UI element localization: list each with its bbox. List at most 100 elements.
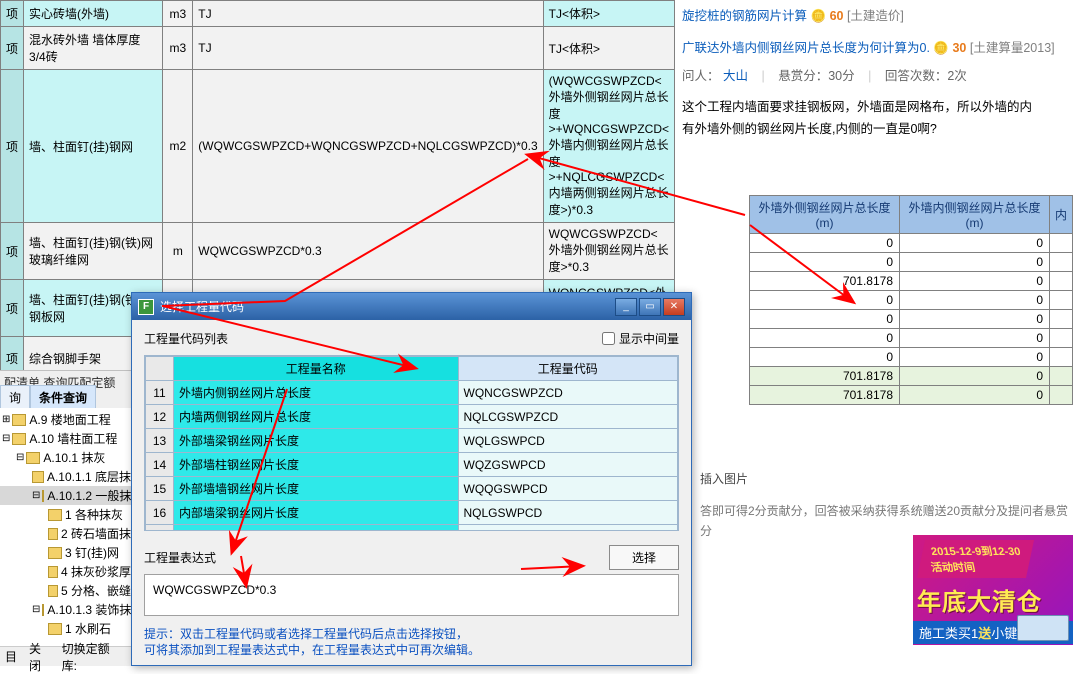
code-value: WQLGSWPCD <box>458 429 678 453</box>
row-unit: m3 <box>163 27 193 70</box>
tree-item[interactable]: A.10.1 抹灰 <box>0 448 133 467</box>
select-button[interactable]: 选择 <box>609 545 679 570</box>
row-unit: m3 <box>163 1 193 27</box>
row-code[interactable]: TJ <box>193 27 543 70</box>
code-value: NQZGSWPCD <box>458 525 678 532</box>
row-unit: m2 <box>163 70 193 223</box>
result-row: 00 <box>750 291 1073 310</box>
result-col-2: 外墙内侧钢丝网片总长度(m) <box>900 196 1050 234</box>
folder-icon <box>12 433 26 445</box>
code-row[interactable]: 11外墙内侧钢丝网片总长度WQNCGSWPZCD <box>146 381 678 405</box>
result-total-row: 701.81780 <box>750 367 1073 386</box>
code-value: WQZGSWPCD <box>458 453 678 477</box>
tree-item[interactable]: A.9 楼地面工程 <box>0 410 133 429</box>
minimize-icon[interactable]: _ <box>615 298 637 316</box>
code-value: WQQGSWPCD <box>458 477 678 501</box>
maximize-icon[interactable]: ▭ <box>639 298 661 316</box>
tree-tabs: 询 条件查询 <box>0 385 133 410</box>
dialog-hint: 提示：双击工程量代码或者选择工程量代码后点击选择按钮， 可将其添加到工程量表达式… <box>144 626 679 658</box>
promo-banner[interactable]: 2015-12-9到12-30活动时间 年底大清仓 施工类买1送小键盘 <box>913 535 1073 645</box>
asker-link[interactable]: 大山 <box>723 69 748 83</box>
code-name: 外部墙墙钢丝网片长度 <box>174 477 459 501</box>
dialog-titlebar[interactable]: F 选择工程量代码 _ ▭ ✕ <box>132 293 691 320</box>
folder-icon <box>32 471 44 483</box>
row-name: 实心砖墙(外墙) <box>24 1 163 27</box>
code-value: WQNCGSWPZCD <box>458 381 678 405</box>
question-meta: 问人： 大山 | 悬赏分：30分 | 回答次数：2次 <box>682 66 1071 86</box>
folder-icon <box>48 623 62 635</box>
row-desc: TJ<体积> <box>543 27 674 70</box>
code-row[interactable]: 17内部墙柱钢丝网片长度NQZGSWPCD <box>146 525 678 532</box>
tree-item[interactable]: A.10 墙柱面工程 <box>0 429 133 448</box>
row-desc: WQWCGSWPZCD<外墙外侧钢丝网片总长度>*0.3 <box>543 223 674 280</box>
folder-icon <box>12 414 26 426</box>
tree-item[interactable]: 1 各种抹灰 <box>0 505 133 524</box>
tab-condition-query[interactable]: 条件查询 <box>30 385 96 410</box>
expression-input[interactable]: WQWCGSWPZCD*0.3 <box>144 574 679 616</box>
code-row[interactable]: 15外部墙墙钢丝网片长度WQQGSWPCD <box>146 477 678 501</box>
result-row: 701.81780 <box>750 272 1073 291</box>
code-name: 内部墙梁钢丝网片长度 <box>174 501 459 525</box>
code-row[interactable]: 12内墙两侧钢丝网片总长度NQLCGSWPZCD <box>146 405 678 429</box>
row-marker: 项 <box>1 223 24 280</box>
code-row[interactable]: 13外部墙梁钢丝网片长度WQLGSWPCD <box>146 429 678 453</box>
close-icon[interactable]: ✕ <box>663 298 685 316</box>
tree-item[interactable]: 5 分格、嵌缝 <box>0 581 133 600</box>
table-row[interactable]: 项实心砖墙(外墙)m3TJTJ<体积> <box>1 1 675 27</box>
row-code[interactable]: (WQWCGSWPZCD+WQNCGSWPZCD+NQLCGSWPZCD)*0.… <box>193 70 543 223</box>
folder-icon <box>42 490 44 502</box>
row-marker: 项 <box>1 27 24 70</box>
tree-label: A.10.1 抹灰 <box>43 449 105 466</box>
table-row[interactable]: 项墙、柱面钉(挂)钢网m2(WQWCGSWPZCD+WQNCGSWPZCD+NQ… <box>1 70 675 223</box>
code-row[interactable]: 16内部墙梁钢丝网片长度NQLGSWPCD <box>146 501 678 525</box>
promo-headline: 年底大清仓 <box>917 582 1069 617</box>
tree-label: 1 水刷石 <box>65 620 111 637</box>
tree-label: 2 砖石墙面抹 <box>61 525 131 542</box>
col-quantity-name[interactable]: 工程量名称 <box>174 357 459 381</box>
status-item[interactable]: 目 <box>5 648 17 665</box>
tree-item[interactable]: A.10.1.2 一般抹 <box>0 486 133 505</box>
row-code[interactable]: TJ <box>193 1 543 27</box>
code-name: 外部墙柱钢丝网片长度 <box>174 453 459 477</box>
result-row: 00 <box>750 310 1073 329</box>
code-list-label: 工程量代码列表 <box>144 330 228 347</box>
result-row: 00 <box>750 348 1073 367</box>
tree-label: A.10.1.2 一般抹 <box>47 487 131 504</box>
tree-label: A.10.1.1 底层抹 <box>47 468 131 485</box>
row-unit: m <box>163 223 193 280</box>
folder-icon <box>48 585 58 597</box>
dialog-title: 选择工程量代码 <box>160 298 244 315</box>
row-code[interactable]: WQWCGSWPZCD*0.3 <box>193 223 543 280</box>
col-rownum <box>146 357 174 381</box>
show-mid-label: 显示中间量 <box>619 330 679 347</box>
status-switch-lib[interactable]: 切换定额库: <box>62 640 116 674</box>
tree-item[interactable]: A.10.1.1 底层抹 <box>0 467 133 486</box>
related-link-1[interactable]: 旋挖桩的钢筋网片计算 🪙 60 [土建造价] <box>682 6 1071 26</box>
row-name: 墙、柱面钉(挂)钢网 <box>24 70 163 223</box>
tree-item[interactable]: 2 砖石墙面抹 <box>0 524 133 543</box>
tree-label: 4 抹灰砂浆厚 <box>61 563 131 580</box>
related-link-2[interactable]: 广联达外墙内侧钢丝网片总长度为何计算为0. 🪙 30 [土建算量2013] <box>682 38 1071 58</box>
tab-query[interactable]: 询 <box>0 385 30 410</box>
insert-picture-label[interactable]: 插入图片 <box>700 470 1073 487</box>
folder-icon <box>26 452 40 464</box>
row-name: 墙、柱面钉(挂)钢(铁)网 玻璃纤维网 <box>24 223 163 280</box>
folder-icon <box>48 509 62 521</box>
status-close[interactable]: 关闭 <box>29 640 50 674</box>
result-total-row: 701.81780 <box>750 386 1073 405</box>
show-mid-checkbox[interactable]: 显示中间量 <box>602 330 679 347</box>
row-marker: 项 <box>1 70 24 223</box>
tree-item[interactable]: A.10.1.3 装饰抹 <box>0 600 133 619</box>
tree-item[interactable]: 1 水刷石 <box>0 619 133 638</box>
code-row[interactable]: 14外部墙柱钢丝网片长度WQZGSWPCD <box>146 453 678 477</box>
code-table-scroll[interactable]: 工程量名称 工程量代码 11外墙内侧钢丝网片总长度WQNCGSWPZCD12内墙… <box>144 355 679 531</box>
folder-icon <box>48 547 62 559</box>
result-col-1: 外墙外侧钢丝网片总长度(m) <box>750 196 900 234</box>
table-row[interactable]: 项混水砖外墙 墙体厚度 3/4砖m3TJTJ<体积> <box>1 27 675 70</box>
show-mid-input[interactable] <box>602 332 615 345</box>
code-name: 内部墙柱钢丝网片长度 <box>174 525 459 532</box>
tree-item[interactable]: 3 钉(挂)网 <box>0 543 133 562</box>
col-quantity-code[interactable]: 工程量代码 <box>458 357 678 381</box>
table-row[interactable]: 项墙、柱面钉(挂)钢(铁)网 玻璃纤维网mWQWCGSWPZCD*0.3WQWC… <box>1 223 675 280</box>
tree-item[interactable]: 4 抹灰砂浆厚 <box>0 562 133 581</box>
